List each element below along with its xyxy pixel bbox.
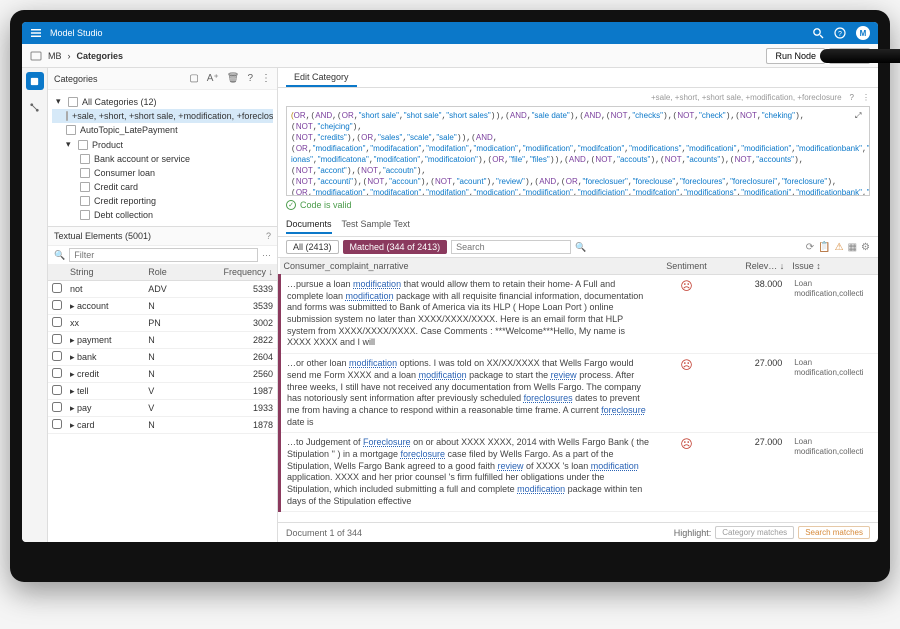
doc-settings-icon[interactable]: ⚙ [861, 242, 870, 253]
breadcrumb-bar: MB › Categories Run Node Close [22, 44, 878, 68]
editor-crumb: +sale, +short, +short sale, +modificatio… [651, 93, 842, 102]
textual-row[interactable]: ▸ cardN1878 [48, 417, 277, 434]
col-sentiment[interactable]: Sentiment [657, 258, 717, 275]
textual-help-icon[interactable]: ? [266, 231, 271, 241]
tab-documents[interactable]: Documents [286, 216, 332, 234]
textual-title: Textual Elements (5001) [54, 231, 151, 241]
tree-item[interactable]: Consumer loan [52, 166, 273, 180]
row-checkbox[interactable] [52, 334, 62, 344]
col-freq[interactable]: Frequency ↓ [186, 264, 277, 281]
node-icon [30, 50, 42, 62]
tree-item[interactable]: ▾Product [52, 137, 273, 152]
doc-counter: Document 1 of 344 [286, 528, 362, 538]
col-issue[interactable]: Issue ↕ [788, 258, 878, 275]
new-topic-icon[interactable]: A⁺ [207, 73, 219, 84]
row-checkbox[interactable] [52, 368, 62, 378]
doc-columns-icon[interactable]: ▦ [848, 242, 857, 253]
code-valid-status: ✓ Code is valid [286, 200, 870, 210]
doc-copy-icon[interactable]: 📋 [818, 242, 830, 253]
textual-filter-input[interactable] [69, 248, 258, 262]
document-row[interactable]: …pursue a loan modification that would a… [280, 275, 879, 354]
icon-rail [22, 68, 48, 542]
textual-table: String Role Frequency ↓ notADV5339▸ acco… [48, 264, 277, 542]
tree-item[interactable]: AutoTopic_LatePayment [52, 123, 273, 137]
run-node-button[interactable]: Run Node [766, 48, 825, 64]
row-checkbox[interactable] [52, 351, 62, 361]
tab-test-sample[interactable]: Test Sample Text [342, 216, 410, 234]
tree-item[interactable]: Bank account or service [52, 152, 273, 166]
delete-icon[interactable]: 🗑 [227, 73, 240, 84]
textual-row[interactable]: ▸ accountN3539 [48, 298, 277, 315]
textual-row[interactable]: ▸ tellV1987 [48, 383, 277, 400]
filter-icon: 🔍 [54, 250, 65, 261]
sentiment-negative-icon: ☹ [680, 437, 693, 451]
document-row[interactable]: …or other loan modification options. I w… [280, 354, 879, 433]
tree-item[interactable]: Credit card [52, 180, 273, 194]
user-avatar[interactable]: M [856, 26, 870, 40]
sentiment-negative-icon: ☹ [680, 279, 693, 293]
highlight-label: Highlight: [674, 528, 712, 538]
col-role[interactable]: Role [144, 264, 186, 281]
textual-row[interactable]: ▸ bankN2604 [48, 349, 277, 366]
col-string[interactable]: String [66, 264, 144, 281]
col-relevance[interactable]: Relev… ↓ [716, 258, 788, 275]
menu-icon[interactable] [30, 27, 42, 39]
tree-item[interactable]: Debt collection [52, 208, 273, 222]
breadcrumb: MB › Categories [30, 50, 123, 62]
check-icon: ✓ [286, 200, 296, 210]
search-go-icon[interactable]: 🔍 [575, 242, 586, 253]
row-checkbox[interactable] [52, 385, 62, 395]
app-topbar: Model Studio ? M [22, 22, 878, 44]
help-small-icon[interactable]: ? [247, 73, 253, 84]
col-narrative[interactable]: Consumer_complaint_narrative [280, 258, 657, 275]
documents-footer: Document 1 of 344 Highlight: Category ma… [278, 522, 878, 542]
breadcrumb-sep: › [68, 51, 71, 61]
row-checkbox[interactable] [52, 300, 62, 310]
pill-matched[interactable]: Matched (344 of 2413) [343, 240, 448, 254]
doc-refresh-icon[interactable]: ⟳ [806, 242, 814, 253]
chip-category-matches[interactable]: Category matches [715, 526, 794, 539]
sentiment-negative-icon: ☹ [680, 358, 693, 372]
tab-edit-category[interactable]: Edit Category [286, 69, 357, 87]
svg-text:?: ? [838, 31, 842, 38]
textual-row[interactable]: ▸ payV1933 [48, 400, 277, 417]
tree-root[interactable]: ▾All Categories (12) [52, 94, 273, 109]
breadcrumb-b: Categories [77, 51, 124, 61]
help-icon[interactable]: ? [834, 27, 846, 39]
rail-categories-icon[interactable] [26, 72, 44, 90]
doc-search-input[interactable] [451, 240, 571, 254]
tree-item[interactable]: Credit reporting [52, 194, 273, 208]
tree-item[interactable]: +sale, +short, +short sale, +modificatio… [52, 109, 273, 123]
search-icon[interactable] [812, 27, 824, 39]
textual-row[interactable]: notADV5339 [48, 281, 277, 298]
documents-table: Consumer_complaint_narrative Sentiment R… [278, 257, 878, 522]
row-checkbox[interactable] [52, 402, 62, 412]
row-checkbox[interactable] [52, 283, 62, 293]
categories-tree: ▾All Categories (12) +sale, +short, +sho… [48, 90, 277, 226]
filter-more-icon[interactable]: ⋯ [262, 250, 271, 261]
textual-row[interactable]: ▸ creditN2560 [48, 366, 277, 383]
categories-header: Categories ▢ A⁺ 🗑 ? ⋮ [48, 68, 277, 90]
editor-help-icon[interactable]: ? [850, 93, 854, 102]
row-checkbox[interactable] [52, 317, 62, 327]
new-category-icon[interactable]: ▢ [189, 73, 198, 84]
more-icon[interactable]: ⋮ [261, 73, 271, 84]
rail-flow-icon[interactable] [26, 98, 44, 116]
row-checkbox[interactable] [52, 419, 62, 429]
chip-search-matches[interactable]: Search matches [798, 526, 870, 539]
editor-expand-icon[interactable]: ⤢ [855, 111, 867, 123]
breadcrumb-a: MB [48, 51, 62, 61]
textual-header: Textual Elements (5001) ? [48, 226, 277, 246]
app-title: Model Studio [50, 28, 103, 38]
document-row[interactable]: …to Judgement of Foreclosure on or about… [280, 433, 879, 512]
textual-row[interactable]: xxPN3002 [48, 315, 277, 332]
textual-row[interactable]: ▸ paymentN2822 [48, 332, 277, 349]
categories-title: Categories [54, 74, 98, 84]
pill-all[interactable]: All (2413) [286, 240, 339, 254]
editor-more-icon[interactable]: ⋮ [862, 93, 870, 102]
doc-warning-icon[interactable]: ⚠ [835, 242, 844, 253]
code-editor[interactable]: ⤢ (OR,(AND,(OR,"short sale","shot sale",… [286, 106, 870, 196]
